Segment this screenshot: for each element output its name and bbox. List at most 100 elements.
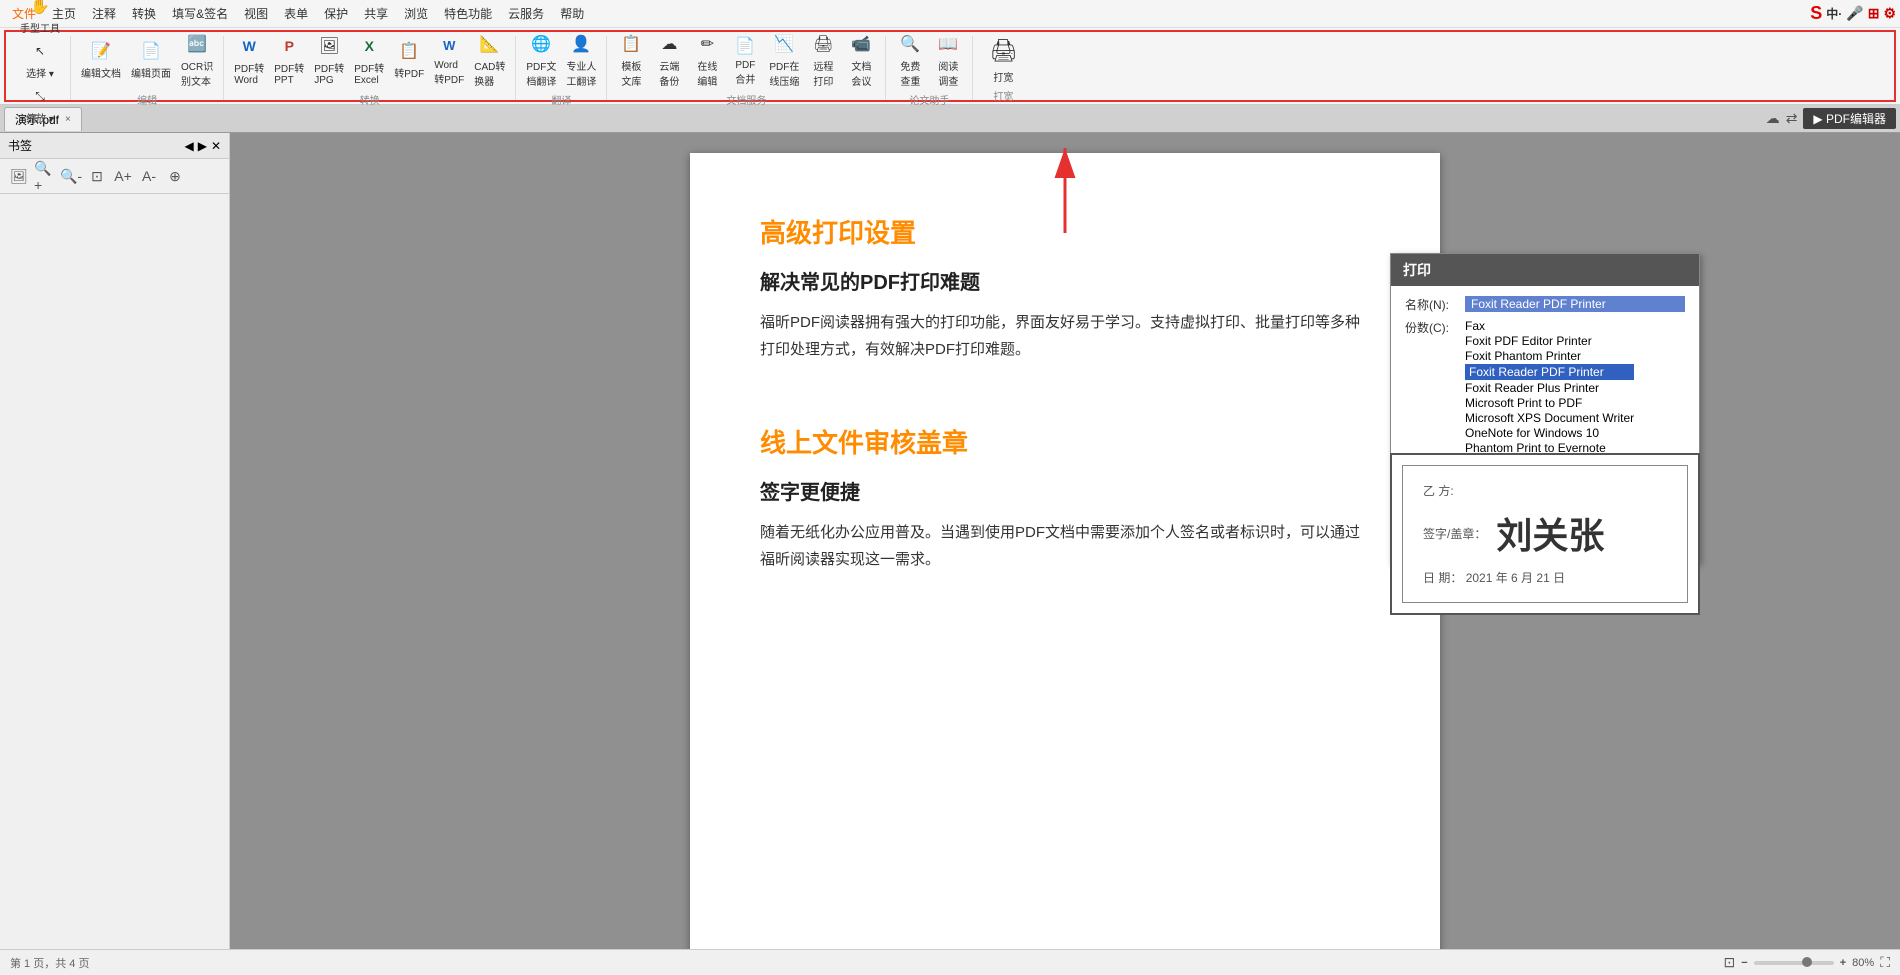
signature-box: 乙 方: 签字/盖章： 刘关张 日 期： 2021 年 6 月 21 日 — [1390, 453, 1700, 615]
sidebar-icon-font-small[interactable]: A- — [138, 165, 160, 187]
reading-survey-label: 阅读调查 — [938, 58, 958, 88]
sidebar-icon-extra[interactable]: ⊕ — [164, 165, 186, 187]
pdf-compress-label: PDF在线压缩 — [769, 58, 799, 88]
toolbar-group-paper: 🔍 免费查重 📖 阅读调查 论文助手 — [886, 36, 973, 100]
menu-item-form[interactable]: 表单 — [276, 3, 316, 24]
edit-group-label: 编辑 — [137, 92, 157, 107]
tab-bar: 演示.pdf × ☁ ⇄ ▶ PDF编辑器 — [0, 105, 1900, 133]
sidebar-next-button[interactable]: ▶ — [198, 139, 207, 153]
cad-convert-button[interactable]: 📐 CAD转换器 — [470, 30, 509, 90]
menu-item-protect[interactable]: 保护 — [316, 3, 356, 24]
pdf-to-ppt-button[interactable]: P PDF转PPT — [270, 32, 308, 88]
cloud-icon-top: ☁ — [1766, 110, 1780, 127]
cloud-backup-button[interactable]: ☁ 云端备份 — [651, 30, 687, 90]
print-group-label: 打宽 — [993, 88, 1013, 103]
sidebar: 书签 ◀ ▶ ✕ 🖼 🔍+ 🔍- ⊡ A+ A- ⊕ 📌 📄 💬 — [0, 133, 230, 972]
select-icon: ↖ — [28, 39, 52, 63]
sig-name: 刘关张 — [1496, 507, 1604, 559]
sidebar-icon-zoom-fit[interactable]: ⊡ — [86, 165, 108, 187]
to-pdf-button[interactable]: 📋 转PDF — [390, 37, 428, 82]
menu-item-view[interactable]: 视图 — [236, 3, 276, 24]
template-button[interactable]: 📋 模板文库 — [613, 30, 649, 90]
word-to-pdf-label: Word转PDF — [434, 60, 464, 86]
ppt-icon: P — [277, 34, 301, 58]
sidebar-icon-image[interactable]: 🖼 — [8, 165, 30, 187]
expand-button[interactable]: ⊡ — [1724, 954, 1736, 971]
human-translate-button[interactable]: 👤 专业人工翻译 — [562, 30, 600, 90]
reading-survey-button[interactable]: 📖 阅读调查 — [930, 30, 966, 90]
zoom-plus-button[interactable]: + — [1840, 957, 1846, 969]
edit-row: 📝 编辑文档 📄 编辑页面 🔤 OCR识别文本 — [77, 30, 217, 90]
toolbar-group-convert: W PDF转Word P PDF转PPT 🖼 PDF转JPG X PDF转Exc… — [224, 36, 516, 100]
fullscreen-button[interactable]: ⛶ — [1880, 954, 1890, 971]
pdf-to-excel-button[interactable]: X PDF转Excel — [350, 32, 388, 88]
paper-group-label: 论文助手 — [909, 92, 949, 107]
menu-item-special[interactable]: 特色功能 — [436, 3, 500, 24]
reading-icon: 📖 — [936, 32, 960, 56]
word-to-pdf-button[interactable]: W Word转PDF — [430, 32, 468, 88]
cloud-backup-label: 云端备份 — [659, 58, 679, 88]
pdf-to-word-button[interactable]: W PDF转Word — [230, 32, 268, 88]
print-option-foxit-editor: Foxit PDF Editor Printer — [1465, 334, 1634, 348]
sidebar-toolbar: 🖼 🔍+ 🔍- ⊡ A+ A- ⊕ — [0, 159, 229, 194]
print-option-reader: Foxit Reader PDF Printer — [1465, 364, 1634, 380]
pdf-editor-button[interactable]: ▶ PDF编辑器 — [1803, 108, 1896, 129]
pdf-to-excel-label: PDF转Excel — [354, 60, 384, 86]
edit-page-button[interactable]: 📄 编辑页面 — [127, 37, 175, 82]
sig-subtitle: 签字更便捷 — [760, 476, 1370, 505]
human-translate-icon: 👤 — [569, 32, 593, 56]
menu-item-share[interactable]: 共享 — [356, 3, 396, 24]
sidebar-icon-font-large[interactable]: A+ — [112, 165, 134, 187]
toolbar-group-tools: ✋ 手型工具 ↖ 选择 ▾ ⤡ 缩放 ▾ 工具 — [10, 36, 71, 100]
sig-party-label: 乙 方: — [1423, 482, 1667, 499]
pdf-to-jpg-button[interactable]: 🖼 PDF转JPG — [310, 32, 348, 88]
hand-tool-button[interactable]: ✋ 手型工具 — [16, 0, 64, 37]
doc-service-row: 📋 模板文库 ☁ 云端备份 ✏ 在线编辑 📄 PDF合并 📉 PDF在 — [613, 30, 879, 90]
menu-item-cloud[interactable]: 云服务 — [500, 3, 552, 24]
human-translate-label: 专业人工翻译 — [566, 58, 596, 88]
online-edit-button[interactable]: ✏ 在线编辑 — [689, 30, 725, 90]
pdf-merge-button[interactable]: 📄 PDF合并 — [727, 32, 763, 88]
sig-row: 签字/盖章： 刘关张 — [1423, 507, 1667, 559]
to-pdf-icon: 📋 — [397, 39, 421, 63]
menu-item-annotate[interactable]: 注释 — [84, 3, 124, 24]
tab-bar-right: ☁ ⇄ ▶ PDF编辑器 — [1766, 108, 1896, 129]
print-option-fax: Fax — [1465, 319, 1634, 333]
ocr-button[interactable]: 🔤 OCR识别文本 — [177, 30, 217, 90]
check-duplicate-button[interactable]: 🔍 免费查重 — [892, 30, 928, 90]
edit-doc-label: 编辑文档 — [81, 65, 121, 80]
menu-item-sign[interactable]: 填写&签名 — [164, 3, 236, 24]
print-value-name: Foxit Reader PDF Printer — [1465, 296, 1685, 312]
pdf-merge-icon: 📄 — [733, 34, 757, 58]
zoom-label: 缩放 ▾ — [26, 110, 54, 125]
menu-item-browse[interactable]: 浏览 — [396, 3, 436, 24]
remote-print-button[interactable]: 🖨 远程打印 — [805, 30, 841, 90]
sidebar-close-button[interactable]: ✕ — [211, 139, 221, 153]
zoom-slider[interactable] — [1754, 961, 1834, 965]
select-button[interactable]: ↖ 选择 ▾ — [22, 37, 58, 82]
sig-body: 随着无纸化办公应用普及。当遇到使用PDF文档中需要添加个人签名或者标识时，可以通… — [760, 519, 1370, 573]
sidebar-icon-zoom-in[interactable]: 🔍+ — [34, 165, 56, 187]
menu-bar: 文件 主页 注释 转换 填写&签名 视图 表单 保护 共享 浏览 特色功能 云服… — [0, 0, 1900, 28]
doc-meeting-button[interactable]: 📹 文档会议 — [843, 30, 879, 90]
doc-service-group-label: 文档服务 — [726, 92, 766, 107]
print-row-name: 名称(N): Foxit Reader PDF Printer — [1405, 296, 1685, 313]
status-bar: 第 1 页，共 4 页 ⊡ − + 80% ⛶ — [0, 949, 1900, 975]
pdf-to-ppt-label: PDF转PPT — [274, 60, 304, 86]
menu-item-convert[interactable]: 转换 — [124, 3, 164, 24]
pdf-translate-button[interactable]: 🌐 PDF文档翻译 — [522, 30, 560, 90]
edit-doc-button[interactable]: 📝 编辑文档 — [77, 37, 125, 82]
page-info: 第 1 页，共 4 页 — [10, 955, 89, 971]
pdf-translate-icon: 🌐 — [529, 32, 553, 56]
cloud-icon: ☁ — [657, 32, 681, 56]
tab-close-button[interactable]: × — [65, 114, 71, 125]
remote-print-label: 远程打印 — [813, 58, 833, 88]
zoom-button[interactable]: ⤡ 缩放 ▾ — [22, 82, 58, 127]
sidebar-title: 书签 — [8, 137, 32, 154]
menu-item-help[interactable]: 帮助 — [552, 3, 592, 24]
sidebar-icon-zoom-out[interactable]: 🔍- — [60, 165, 82, 187]
print-large-button[interactable]: 🖨 打宽 — [981, 33, 1025, 86]
zoom-minus-button[interactable]: − — [1741, 957, 1747, 969]
pdf-compress-button[interactable]: 📉 PDF在线压缩 — [765, 30, 803, 90]
sidebar-prev-button[interactable]: ◀ — [184, 139, 193, 153]
